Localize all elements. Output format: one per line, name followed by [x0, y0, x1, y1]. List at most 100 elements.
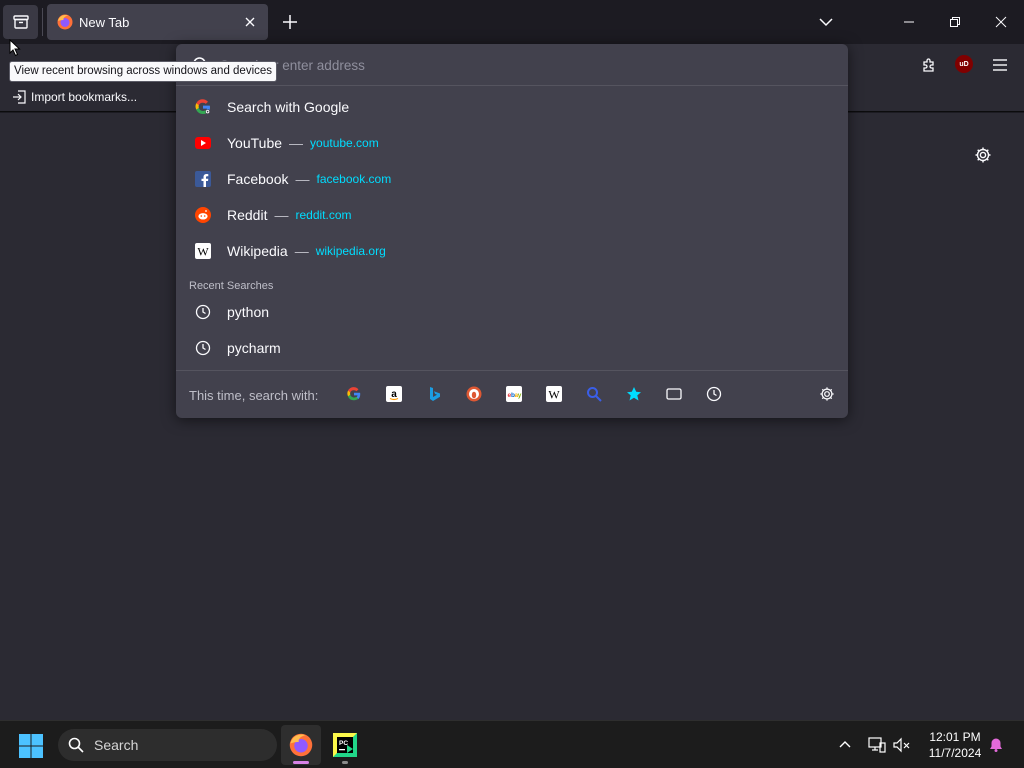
chevron-up-icon — [839, 741, 851, 748]
oneoff-wikipedia-button[interactable]: W — [543, 383, 565, 405]
tab-title: New Tab — [79, 14, 130, 30]
svg-text:PC: PC — [339, 740, 348, 747]
urlbar-popup: Search with Google YouTube — youtube.com… — [176, 44, 848, 418]
start-button[interactable] — [18, 733, 44, 759]
close-tab-button[interactable] — [238, 10, 262, 34]
result-facebook[interactable]: Facebook — facebook.com — [184, 162, 840, 196]
clock-date: 11/7/2024 — [928, 746, 982, 760]
minimize-icon — [904, 21, 914, 23]
recent-search-item[interactable]: pycharm — [184, 331, 840, 365]
result-title: Wikipedia — [227, 243, 288, 259]
network-icon — [868, 737, 886, 753]
amazon-icon: a — [386, 386, 402, 402]
new-tab-button[interactable] — [276, 8, 304, 36]
result-title: Search with Google — [227, 99, 350, 115]
result-separator: — — [274, 207, 289, 223]
ebay-icon: ebay — [506, 386, 522, 402]
history-clock-icon — [706, 386, 722, 402]
taskbar-search-box[interactable]: Search — [58, 729, 277, 761]
recent-browsing-button[interactable] — [3, 5, 38, 39]
wikipedia-icon: W — [546, 386, 562, 402]
oneoff-history-button[interactable] — [703, 383, 725, 405]
windows-taskbar: Search PC 12:01 PM 11/7/2024 — [0, 720, 1024, 768]
volume-button[interactable] — [890, 733, 914, 757]
facebook-icon — [194, 170, 212, 188]
puzzle-icon — [923, 58, 934, 72]
result-title: python — [227, 304, 270, 320]
close-window-button[interactable] — [978, 0, 1024, 44]
result-search-google[interactable]: Search with Google — [184, 90, 840, 124]
svg-text:y: y — [518, 392, 522, 399]
recent-browsing-tooltip: View recent browsing across windows and … — [9, 61, 278, 82]
extensions-button[interactable] — [914, 51, 944, 79]
volume-muted-icon — [893, 737, 910, 753]
oneoff-bookmarks-button[interactable] — [623, 383, 645, 405]
youtube-icon — [194, 134, 212, 152]
bell-icon — [990, 738, 1002, 752]
import-bookmarks-button[interactable]: Import bookmarks... — [12, 90, 137, 104]
pycharm-icon: PC — [333, 733, 357, 757]
tab-strip: New Tab — [0, 0, 1024, 44]
svg-text:a: a — [391, 389, 397, 400]
taskbar-firefox[interactable] — [281, 725, 321, 765]
tab-new-tab[interactable]: New Tab — [47, 4, 268, 40]
show-hidden-icons-button[interactable] — [833, 733, 857, 757]
wikipedia-icon: W — [194, 242, 212, 260]
result-separator: — — [289, 135, 304, 151]
history-clock-icon — [194, 339, 212, 357]
active-app-indicator — [293, 761, 309, 764]
oneoff-ebay-button[interactable]: ebay — [503, 383, 525, 405]
oneoff-search-engine-button[interactable] — [583, 383, 605, 405]
star-icon — [627, 387, 641, 401]
chevron-down-icon — [819, 18, 833, 27]
gear-icon — [975, 147, 991, 163]
result-title: Reddit — [227, 207, 268, 223]
oneoff-duckduckgo-button[interactable] — [463, 383, 485, 405]
result-title: Facebook — [227, 171, 289, 187]
network-button[interactable] — [865, 733, 889, 757]
search-settings-button[interactable] — [816, 383, 838, 405]
mouse-cursor-icon — [9, 39, 21, 57]
result-title: YouTube — [227, 135, 283, 151]
recent-search-item[interactable]: python — [184, 295, 840, 329]
result-youtube[interactable]: YouTube — youtube.com — [184, 126, 840, 160]
result-reddit[interactable]: Reddit — reddit.com — [184, 198, 840, 232]
oneoff-bing-button[interactable] — [423, 383, 445, 405]
bing-icon — [430, 387, 440, 401]
taskbar-pycharm[interactable]: PC — [325, 725, 365, 765]
system-clock[interactable]: 12:01 PM 11/7/2024 — [918, 729, 992, 761]
ublock-origin-icon[interactable]: uD — [955, 55, 973, 73]
result-separator: — — [294, 243, 309, 259]
result-wikipedia[interactable]: W Wikipedia — wikipedia.org — [184, 234, 840, 268]
reddit-icon — [194, 206, 212, 224]
notifications-button[interactable] — [984, 733, 1008, 757]
result-title: pycharm — [227, 340, 281, 356]
import-icon — [13, 90, 26, 104]
result-url: reddit.com — [295, 208, 352, 222]
oneoff-tabs-button[interactable] — [663, 383, 685, 405]
result-url: wikipedia.org — [315, 244, 386, 258]
oneoff-google-button[interactable] — [343, 383, 365, 405]
restore-button[interactable] — [932, 0, 978, 44]
svg-text:W: W — [548, 388, 560, 402]
restore-icon — [950, 17, 960, 27]
urlbar-input[interactable] — [220, 54, 820, 76]
google-icon — [194, 98, 212, 116]
list-all-tabs-button[interactable] — [812, 8, 840, 36]
minimize-button[interactable] — [886, 0, 932, 44]
recent-searches-label: Recent Searches — [189, 280, 274, 292]
oneoff-amazon-button[interactable]: a — [383, 383, 405, 405]
one-off-label: This time, search with: — [189, 388, 319, 403]
import-bookmarks-label: Import bookmarks... — [31, 90, 138, 104]
hamburger-menu-icon — [993, 59, 1007, 71]
tab-separator — [42, 8, 43, 36]
one-off-search-bar: This time, search with: a ebay W — [176, 370, 848, 418]
windows-logo-icon — [19, 734, 43, 758]
recent-browsing-icon — [12, 15, 29, 29]
taskbar-search-label: Search — [94, 737, 139, 753]
running-app-indicator — [342, 761, 348, 764]
app-menu-button[interactable] — [985, 51, 1015, 79]
customize-new-tab-button[interactable] — [972, 144, 994, 166]
history-clock-icon — [194, 303, 212, 321]
result-separator: — — [295, 171, 310, 187]
